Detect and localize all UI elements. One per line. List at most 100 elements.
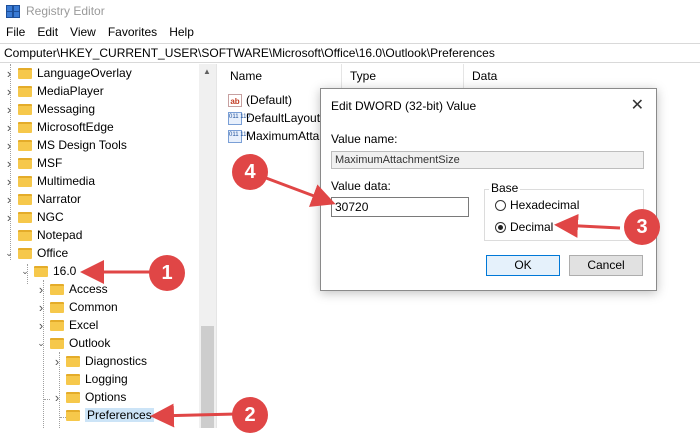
- value-data-input[interactable]: 30720: [331, 197, 469, 217]
- menu-bar: File Edit View Favorites Help: [0, 22, 700, 42]
- value-name: DefaultLayoutA: [246, 111, 329, 125]
- chevron-down-icon[interactable]: ⌄: [20, 266, 30, 277]
- address-path[interactable]: Computer\HKEY_CURRENT_USER\SOFTWARE\Micr…: [4, 46, 495, 60]
- folder-icon: [50, 337, 64, 349]
- tree-item[interactable]: Preferences: [52, 406, 154, 424]
- tree-item-label: MS Design Tools: [37, 138, 127, 152]
- folder-icon: [66, 355, 80, 367]
- folder-icon: [50, 319, 64, 331]
- cancel-button[interactable]: Cancel: [569, 255, 643, 276]
- chevron-right-icon[interactable]: ›: [4, 120, 14, 135]
- folder-icon: [18, 229, 32, 241]
- tree-item[interactable]: › Access: [36, 280, 108, 298]
- folder-icon: [18, 85, 32, 97]
- chevron-right-icon[interactable]: ›: [4, 192, 14, 207]
- tree-item[interactable]: › Multimedia: [4, 172, 95, 190]
- tree-item-label: MicrosoftEdge: [37, 120, 114, 134]
- scroll-thumb[interactable]: [201, 326, 214, 428]
- value-row[interactable]: 011 110 DefaultLayoutA: [228, 109, 328, 127]
- tree-item[interactable]: › Excel: [36, 316, 99, 334]
- chevron-right-icon[interactable]: ›: [4, 210, 14, 225]
- chevron-right-icon[interactable]: ›: [4, 66, 14, 81]
- tree-item[interactable]: ⌄ Office: [4, 244, 68, 262]
- tree-item[interactable]: Logging: [52, 370, 128, 388]
- hexadecimal-option[interactable]: Hexadecimal: [495, 198, 579, 212]
- chevron-right-icon[interactable]: ›: [4, 84, 14, 99]
- folder-icon: [50, 301, 64, 313]
- tree-item[interactable]: Notepad: [4, 226, 82, 244]
- value-row[interactable]: 011 110 MaximumAtta: [228, 127, 319, 145]
- ok-button[interactable]: OK: [486, 255, 560, 276]
- column-type[interactable]: Type: [342, 64, 464, 88]
- value-row[interactable]: ab (Default): [228, 91, 292, 109]
- decimal-option[interactable]: Decimal: [495, 220, 553, 234]
- decimal-radio[interactable]: [495, 221, 506, 233]
- registry-editor-icon: [6, 5, 20, 18]
- tree-scrollbar[interactable]: ▲: [199, 64, 216, 428]
- chevron-right-icon[interactable]: ›: [4, 174, 14, 189]
- tree-item[interactable]: › Messaging: [4, 100, 95, 118]
- menu-help[interactable]: Help: [163, 25, 200, 39]
- step-badge-3: 3: [624, 209, 660, 245]
- title-bar: Registry Editor: [0, 0, 700, 22]
- hexadecimal-radio[interactable]: [495, 199, 506, 211]
- column-data[interactable]: Data: [464, 64, 700, 88]
- pane-splitter[interactable]: [216, 64, 223, 428]
- tree-item-label: Options: [85, 390, 127, 404]
- chevron-right-icon[interactable]: ›: [36, 282, 46, 297]
- step-badge-1: 1: [149, 255, 185, 291]
- value-list-header: Name Type Data: [222, 64, 700, 88]
- tree-item-label: MediaPlayer: [37, 84, 104, 98]
- tree-item[interactable]: › Options: [52, 388, 127, 406]
- close-icon[interactable]: ✕: [631, 95, 644, 115]
- hexadecimal-label: Hexadecimal: [510, 198, 580, 212]
- base-label: Base: [489, 181, 521, 195]
- folder-icon: [66, 391, 80, 403]
- value-data-text: 30720: [335, 200, 369, 214]
- tree-item[interactable]: › Narrator: [4, 190, 81, 208]
- address-bar[interactable]: Computer\HKEY_CURRENT_USER\SOFTWARE\Micr…: [0, 43, 700, 63]
- folder-icon: [66, 409, 80, 421]
- chevron-down-icon[interactable]: ⌄: [36, 338, 46, 349]
- menu-file[interactable]: File: [0, 25, 31, 39]
- chevron-right-icon[interactable]: ›: [36, 318, 46, 333]
- column-name[interactable]: Name: [222, 64, 342, 88]
- menu-view[interactable]: View: [64, 25, 102, 39]
- chevron-right-icon[interactable]: ›: [4, 156, 14, 171]
- folder-icon: [18, 121, 32, 133]
- tree-item[interactable]: › MSF: [4, 154, 63, 172]
- menu-favorites[interactable]: Favorites: [102, 25, 163, 39]
- value-name-field: MaximumAttachmentSize: [331, 151, 644, 169]
- tree-item[interactable]: ⌄ Outlook: [36, 334, 110, 352]
- chevron-right-icon[interactable]: ›: [52, 390, 62, 405]
- tree-item[interactable]: › MediaPlayer: [4, 82, 104, 100]
- folder-icon: [18, 139, 32, 151]
- tree-item[interactable]: › NGC: [4, 208, 64, 226]
- tree-item-label: Office: [37, 246, 69, 260]
- scroll-up-arrow-icon[interactable]: ▲: [203, 67, 211, 76]
- tree-item-label: Outlook: [69, 336, 111, 350]
- tree-item[interactable]: ⌄ 16.0: [20, 262, 76, 280]
- tree-item-label: MSF: [37, 156, 63, 170]
- tree-item-label: Multimedia: [37, 174, 96, 188]
- edit-dword-dialog: Edit DWORD (32-bit) Value ✕ Value name: …: [320, 88, 657, 291]
- chevron-right-icon[interactable]: ›: [4, 102, 14, 117]
- tree-item[interactable]: › Common: [36, 298, 118, 316]
- tree-item[interactable]: › MS Design Tools: [4, 136, 127, 154]
- tree-item-label: Access: [69, 282, 108, 296]
- chevron-right-icon[interactable]: ›: [36, 300, 46, 315]
- tree-item[interactable]: › MicrosoftEdge: [4, 118, 114, 136]
- tree-guide-line: [44, 399, 50, 400]
- tree-item-label: Narrator: [37, 192, 82, 206]
- menu-edit[interactable]: Edit: [31, 25, 64, 39]
- tree-item[interactable]: › Diagnostics: [52, 352, 147, 370]
- chevron-right-icon[interactable]: ›: [52, 354, 62, 369]
- folder-icon: [66, 373, 80, 385]
- folder-icon: [18, 193, 32, 205]
- tree-item-label: Common: [69, 300, 118, 314]
- folder-icon: [50, 283, 64, 295]
- tree-item[interactable]: › LanguageOverlay: [4, 64, 132, 82]
- chevron-down-icon[interactable]: ⌄: [4, 248, 14, 259]
- decimal-label: Decimal: [510, 220, 554, 234]
- chevron-right-icon[interactable]: ›: [4, 138, 14, 153]
